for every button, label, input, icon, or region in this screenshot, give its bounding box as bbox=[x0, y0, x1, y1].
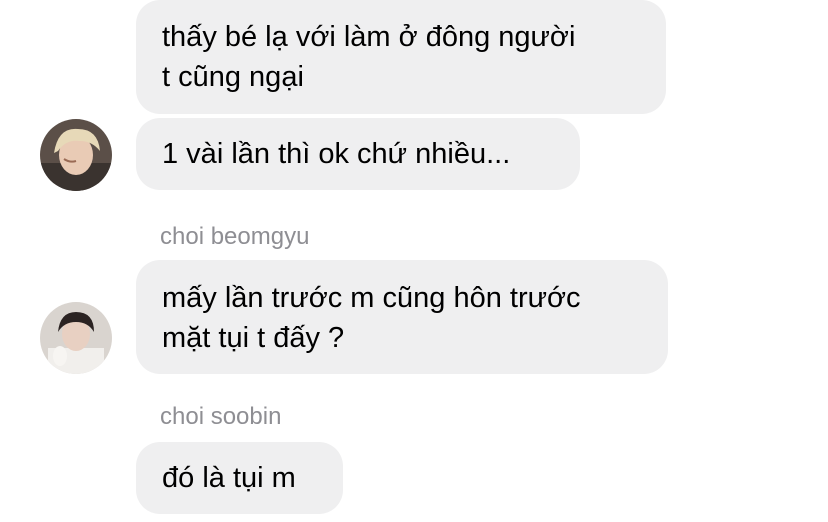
avatar[interactable] bbox=[40, 119, 112, 191]
message-bubble[interactable]: đó là tụi m bbox=[136, 442, 343, 514]
avatar-image bbox=[40, 302, 112, 374]
message-text: 1 vài lần thì ok chứ nhiều... bbox=[162, 138, 511, 170]
avatar[interactable] bbox=[40, 302, 112, 374]
message-bubble[interactable]: 1 vài lần thì ok chứ nhiều... bbox=[136, 118, 580, 190]
message-text: thấy bé lạ với làm ở đông người bbox=[162, 21, 576, 53]
message-bubble[interactable]: mấy lần trước m cũng hôn trước mặt tụi t… bbox=[136, 260, 668, 374]
sender-name: choi beomgyu bbox=[160, 223, 310, 250]
message-text: đó là tụi m bbox=[162, 462, 296, 494]
message-text: t cũng ngại bbox=[162, 61, 304, 93]
sender-name: choi soobin bbox=[160, 403, 282, 430]
message-text: mấy lần trước m cũng hôn trước bbox=[162, 282, 581, 314]
message-bubble[interactable]: thấy bé lạ với làm ở đông người t cũng n… bbox=[136, 0, 666, 114]
avatar-image bbox=[40, 119, 112, 191]
chat-thread: thấy bé lạ với làm ở đông người t cũng n… bbox=[0, 0, 828, 522]
message-text: mặt tụi t đấy ? bbox=[162, 322, 345, 354]
